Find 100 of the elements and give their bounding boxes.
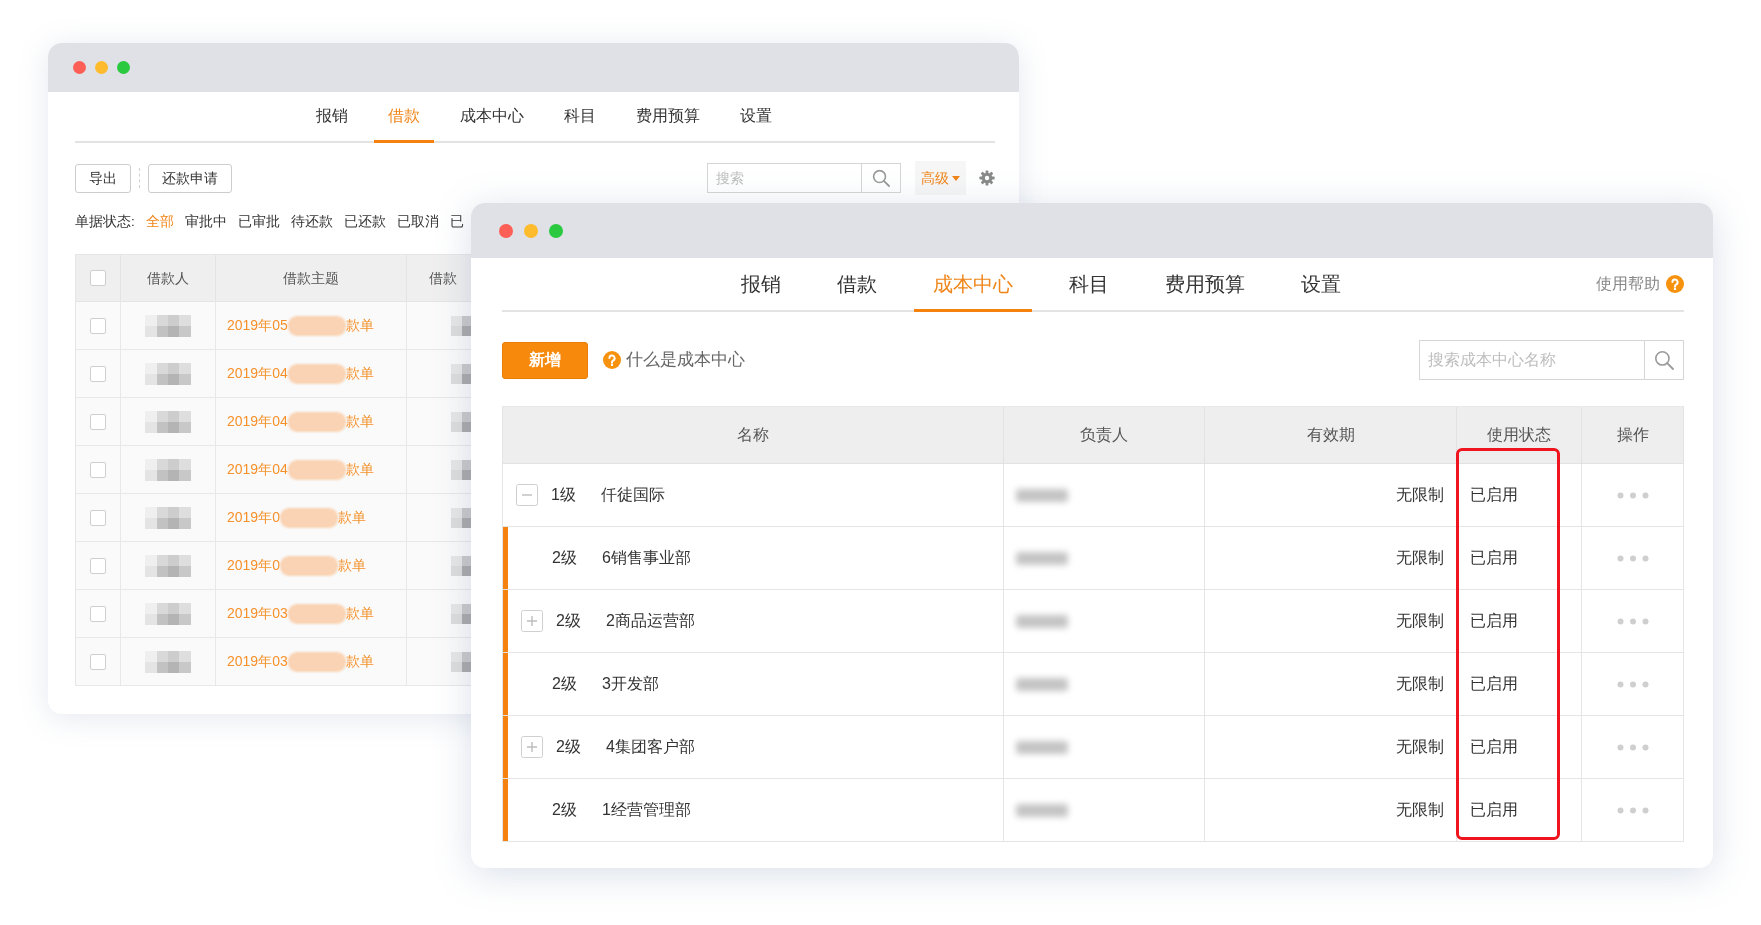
pixelated-name xyxy=(145,602,191,625)
nav-tab[interactable]: 费用预算 xyxy=(622,92,714,143)
caret-icon xyxy=(952,175,960,181)
pixelated-amount xyxy=(451,363,473,384)
pixelated-amount xyxy=(451,411,473,432)
nav-tab[interactable]: 设置 xyxy=(726,92,786,143)
more-icon[interactable] xyxy=(1616,680,1649,688)
nav-tab[interactable]: 借款 xyxy=(374,92,434,143)
nav-tab[interactable]: 报销 xyxy=(302,92,362,143)
window-zoom-icon[interactable] xyxy=(549,223,563,238)
window-zoom-icon[interactable] xyxy=(117,61,130,74)
name-text: 1经营管理部 xyxy=(601,800,691,820)
nav-tab[interactable]: 成本中心 xyxy=(446,92,538,143)
row-checkbox[interactable] xyxy=(90,365,106,382)
search-field[interactable]: 搜索成本中心名称 xyxy=(1419,340,1645,380)
subject-text[interactable]: 2019年0 xyxy=(227,507,280,528)
advanced-filter-button[interactable]: 高级 xyxy=(915,161,966,195)
nav-tab[interactable]: 设置 xyxy=(1282,258,1360,312)
table-cell: 已启用 xyxy=(1457,716,1582,779)
filter-label: 单据状态: xyxy=(75,212,135,231)
filter-option[interactable]: 已 xyxy=(449,211,464,233)
pixelated-name xyxy=(145,554,191,577)
subject-text[interactable]: 款单 xyxy=(345,363,374,384)
more-icon[interactable] xyxy=(1616,806,1649,814)
nav-tab[interactable]: 费用预算 xyxy=(1146,258,1264,312)
subject-text[interactable]: 2019年04 xyxy=(227,411,288,432)
pixelated-amount xyxy=(451,459,473,480)
more-icon[interactable] xyxy=(1616,617,1649,625)
row-checkbox[interactable] xyxy=(90,317,106,334)
window-minimize-icon[interactable] xyxy=(95,61,108,74)
nav-tab[interactable]: 成本中心 xyxy=(914,258,1032,312)
select-all-checkbox[interactable] xyxy=(90,270,106,286)
row-checkbox[interactable] xyxy=(90,653,106,670)
collapse-icon[interactable] xyxy=(516,484,538,506)
subject-text[interactable]: 款单 xyxy=(345,603,374,624)
more-icon[interactable] xyxy=(1616,743,1649,751)
help-icon[interactable] xyxy=(603,351,621,369)
search-button[interactable] xyxy=(1645,340,1684,380)
pixelated-name xyxy=(145,506,191,529)
filter-option[interactable]: 已取消 xyxy=(396,211,439,233)
column-header: 负责人 xyxy=(1004,407,1205,464)
search-icon xyxy=(1654,350,1674,370)
level-label: 2级 xyxy=(552,548,577,568)
filter-option[interactable]: 已还款 xyxy=(343,211,386,233)
table-cell: 已启用 xyxy=(1457,653,1582,716)
expand-icon[interactable] xyxy=(521,736,543,758)
pixelated-amount xyxy=(451,507,473,528)
window-close-icon[interactable] xyxy=(73,61,86,74)
subject-text[interactable]: 2019年05 xyxy=(227,315,288,336)
subject-text[interactable]: 款单 xyxy=(345,411,374,432)
level-label: 2级 xyxy=(552,800,577,820)
row-checkbox[interactable] xyxy=(90,413,106,430)
window-close-icon[interactable] xyxy=(499,223,513,238)
settings-icon[interactable] xyxy=(979,170,995,186)
toolbar-button[interactable]: 导出 xyxy=(75,163,131,193)
subject-text[interactable]: 款单 xyxy=(337,507,366,528)
subject-text[interactable]: 2019年03 xyxy=(227,603,288,624)
blurred-name xyxy=(1016,677,1068,691)
nav-tab[interactable]: 报销 xyxy=(722,258,800,312)
name-text: 2商品运营部 xyxy=(605,611,695,631)
add-button[interactable]: 新增 xyxy=(502,341,588,379)
pixelated-name xyxy=(145,410,191,433)
row-checkbox[interactable] xyxy=(90,509,106,526)
filter-option[interactable]: 全部 xyxy=(145,211,174,233)
nav-tab[interactable]: 科目 xyxy=(1050,258,1128,312)
blurred-text xyxy=(287,651,346,672)
level-label: 1级 xyxy=(551,485,576,505)
filter-option[interactable]: 审批中 xyxy=(184,211,227,233)
blurred-name xyxy=(1016,614,1068,628)
row-checkbox[interactable] xyxy=(90,557,106,574)
filter-option[interactable]: 已审批 xyxy=(237,211,280,233)
subject-text[interactable]: 2019年03 xyxy=(227,651,288,672)
search-button[interactable] xyxy=(862,163,901,193)
more-icon[interactable] xyxy=(1616,491,1649,499)
nav-tab[interactable]: 科目 xyxy=(550,92,610,143)
subject-text[interactable]: 2019年04 xyxy=(227,459,288,480)
subject-text[interactable]: 款单 xyxy=(345,651,374,672)
help-icon[interactable] xyxy=(1666,275,1684,293)
toolbar-button[interactable]: 还款申请 xyxy=(148,163,232,193)
blurred-text xyxy=(287,411,346,432)
search-field[interactable]: 搜索 xyxy=(707,163,862,193)
more-icon[interactable] xyxy=(1616,554,1649,562)
subject-text[interactable]: 2019年04 xyxy=(227,363,288,384)
help-link[interactable]: 什么是成本中心 xyxy=(626,347,745,373)
subject-text[interactable]: 款单 xyxy=(337,555,366,576)
blurred-name xyxy=(1016,551,1068,565)
expand-icon[interactable] xyxy=(521,610,543,632)
help-link[interactable]: 使用帮助 xyxy=(1596,272,1660,296)
name-text: 6销售事业部 xyxy=(601,548,691,568)
window-minimize-icon[interactable] xyxy=(524,223,538,238)
row-checkbox[interactable] xyxy=(90,605,106,622)
filter-option[interactable]: 待还款 xyxy=(290,211,333,233)
name-text: 4集团客户部 xyxy=(605,737,695,757)
subject-text[interactable]: 2019年0 xyxy=(227,555,280,576)
blurred-text xyxy=(279,507,338,528)
subject-text[interactable]: 款单 xyxy=(345,315,374,336)
row-checkbox[interactable] xyxy=(90,461,106,478)
nav-tab[interactable]: 借款 xyxy=(818,258,896,312)
column-header: 有效期 xyxy=(1205,407,1457,464)
subject-text[interactable]: 款单 xyxy=(345,459,374,480)
